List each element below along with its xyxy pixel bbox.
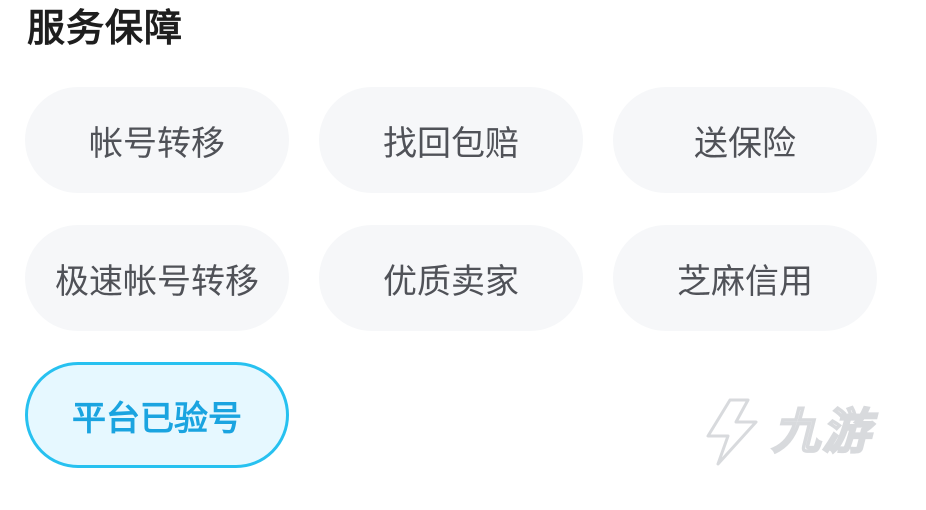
service-guarantee-panel: 服务保障 帐号转移 找回包赔 送保险 极速帐号转移 优质卖家 芝麻信用 平台已验… (0, 0, 926, 510)
section-title: 服务保障 (27, 6, 184, 50)
tag-recovery-compensation[interactable]: 找回包赔 (319, 87, 583, 193)
tag-sesame-credit[interactable]: 芝麻信用 (613, 225, 877, 331)
watermark: 九游 (700, 392, 890, 472)
tag-platform-verified[interactable]: 平台已验号 (25, 362, 289, 468)
tag-fast-account-transfer[interactable]: 极速帐号转移 (25, 225, 289, 331)
tag-free-insurance[interactable]: 送保险 (613, 87, 877, 193)
tag-account-transfer[interactable]: 帐号转移 (25, 87, 289, 193)
tag-quality-seller[interactable]: 优质卖家 (319, 225, 583, 331)
jiuyou-logo-icon (700, 396, 764, 468)
watermark-text: 九游 (771, 403, 873, 461)
service-tag-grid: 帐号转移 找回包赔 送保险 极速帐号转移 优质卖家 芝麻信用 (25, 87, 881, 331)
